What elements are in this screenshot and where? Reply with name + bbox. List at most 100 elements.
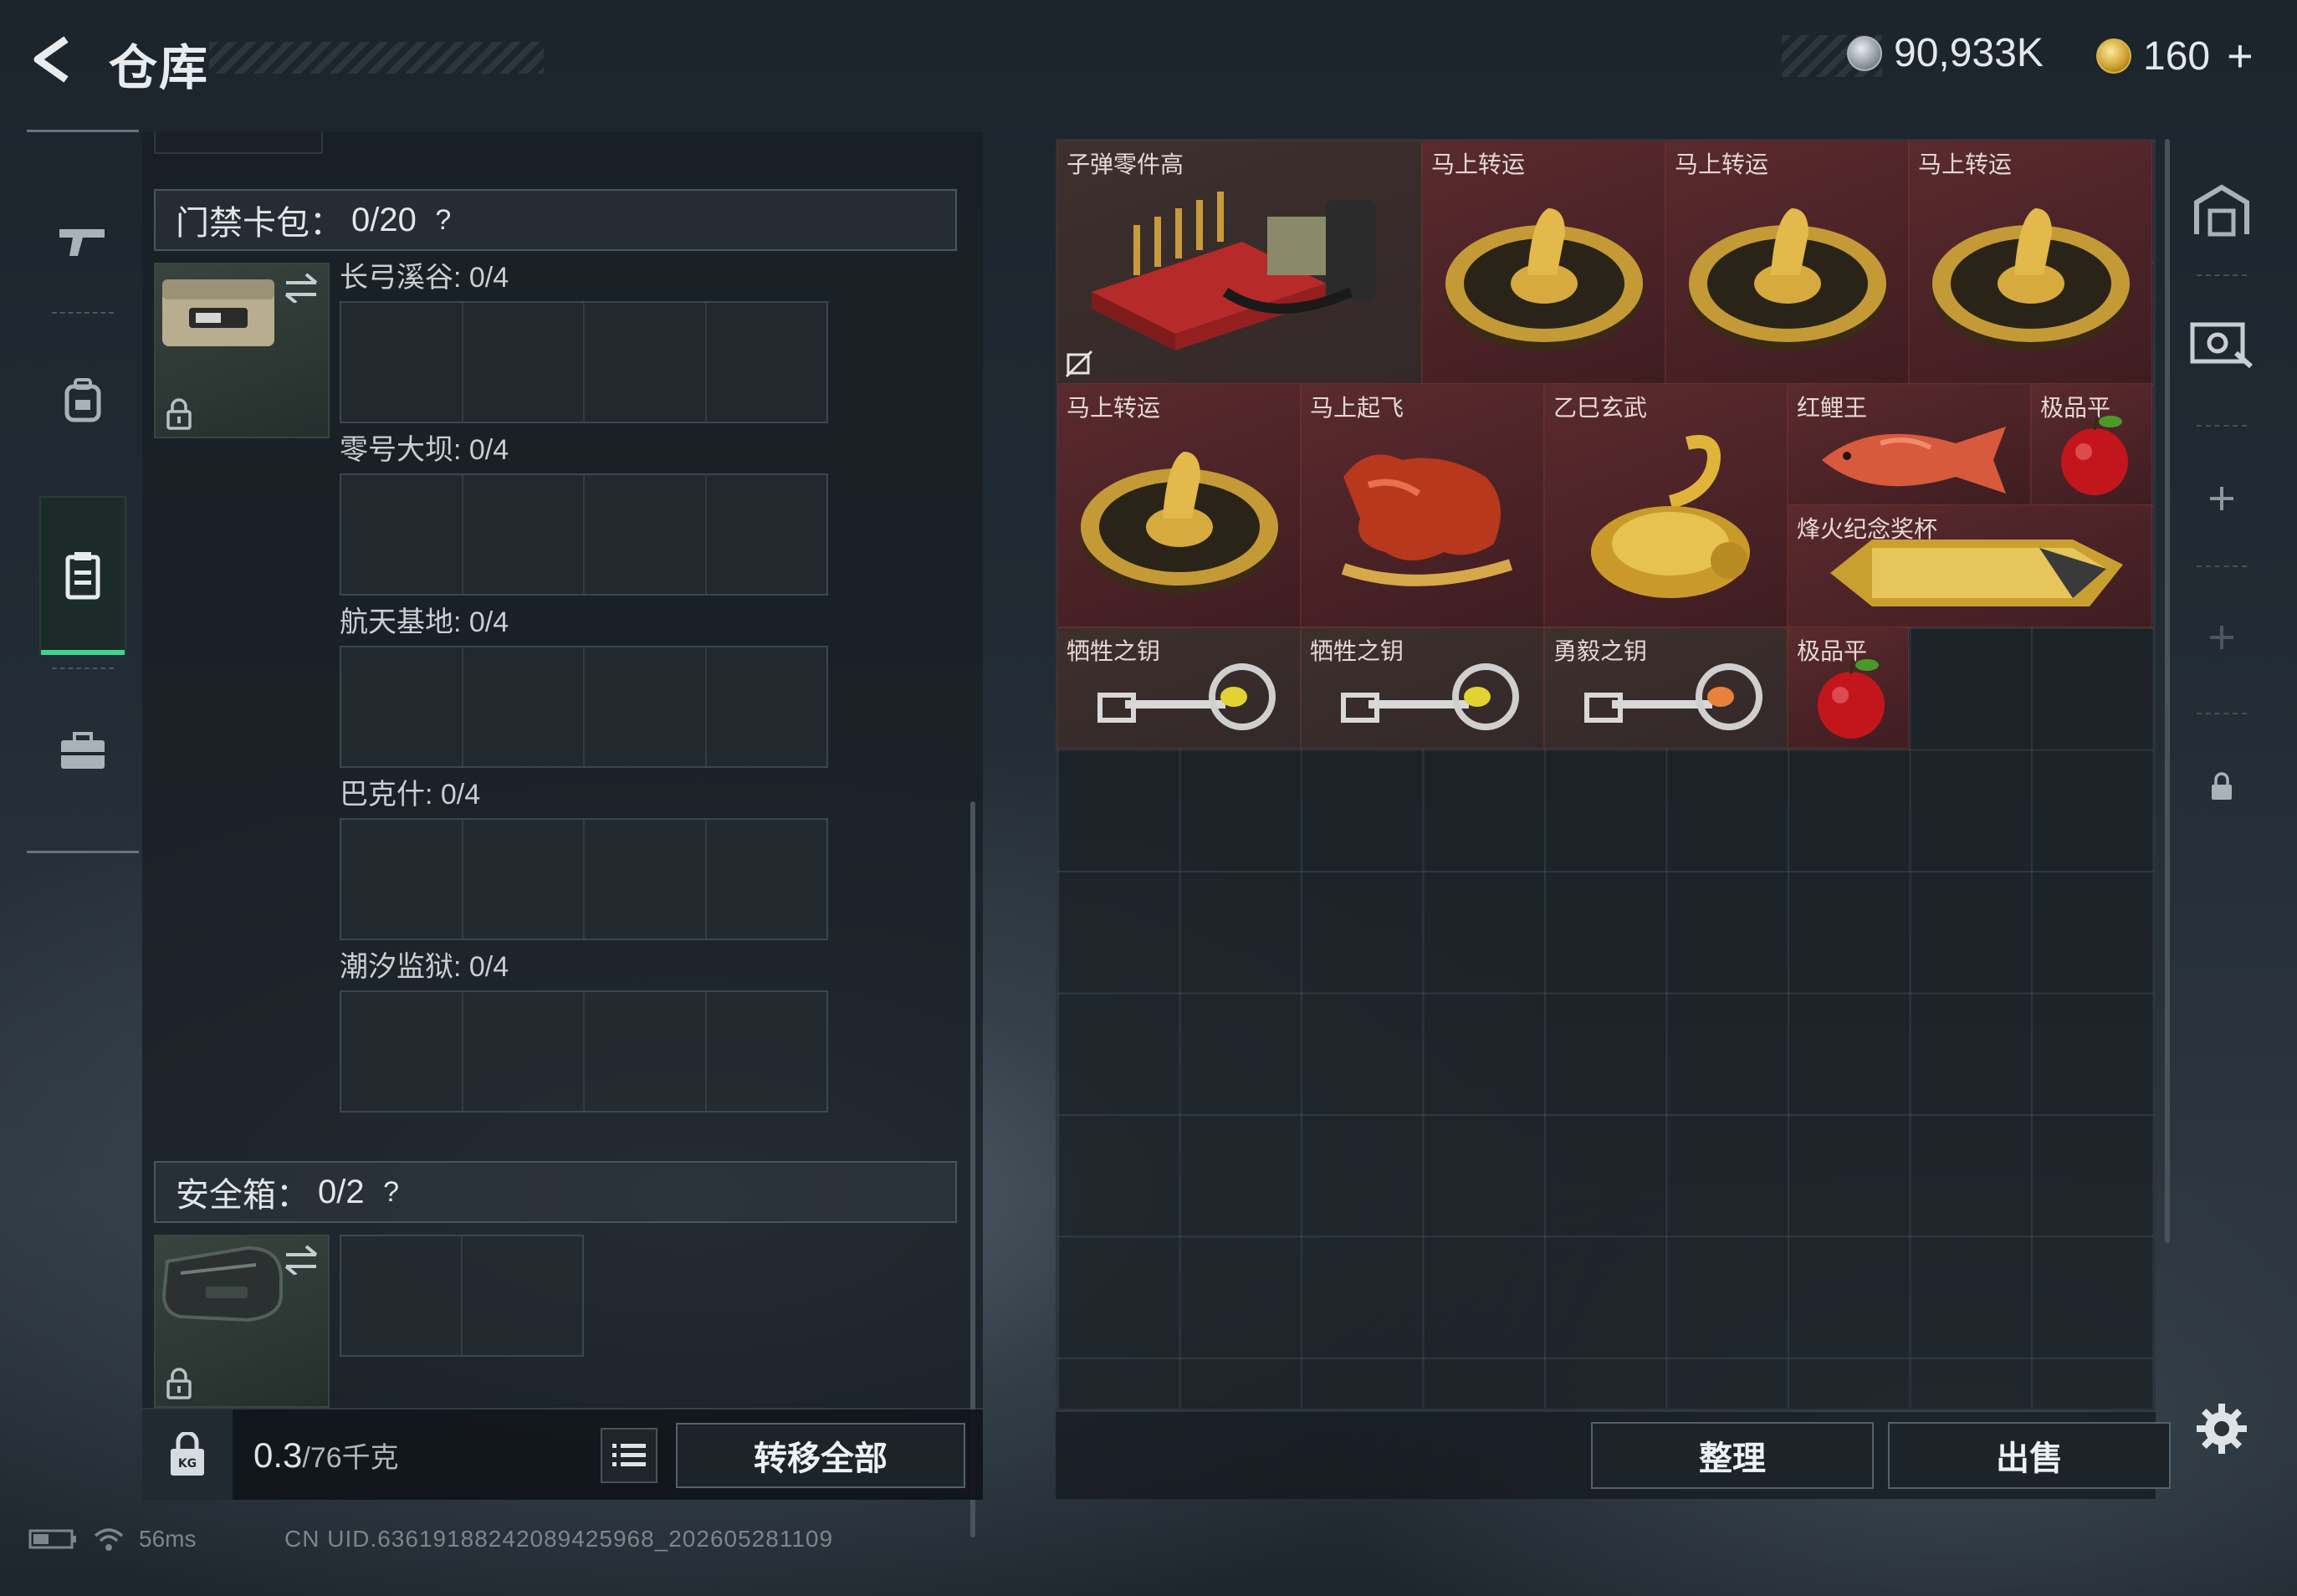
garage-button[interactable] — [2185, 174, 2259, 248]
key-yellow-gem-icon — [1097, 663, 1276, 730]
swap-icon[interactable] — [283, 1245, 320, 1275]
item-snake-tortoise[interactable]: 乙巳玄武 — [1544, 384, 1788, 627]
transfer-all-button[interactable]: 转移全部 — [676, 1423, 965, 1488]
item-horse-coin-4[interactable]: 马上转运 — [1057, 384, 1301, 627]
safe-box-slots[interactable] — [340, 1235, 584, 1357]
item-apple-1[interactable]: 极品平 — [2031, 384, 2152, 505]
item-red-carp[interactable]: 红鲤王 — [1788, 384, 2031, 505]
swap-icon[interactable] — [283, 273, 320, 303]
bulk-sell-icon — [2190, 322, 2253, 369]
card-pack-count: 0/20 — [351, 201, 417, 238]
safe-box-icon — [161, 1246, 283, 1322]
card-pack-label: 门禁卡包： — [176, 205, 343, 242]
safe-box-item[interactable] — [154, 1235, 330, 1408]
tab-case[interactable] — [39, 676, 126, 826]
key-slot-row-bakesh[interactable] — [340, 818, 828, 940]
item-ammo-parts[interactable]: 子弹零件高 — [1057, 141, 1422, 384]
header-decoration — [209, 42, 544, 74]
ping-value: 56ms — [139, 1526, 197, 1552]
right-scrollbar[interactable] — [2165, 139, 2170, 1243]
item-courage-key[interactable]: 勇毅之钥 — [1544, 627, 1788, 749]
briefcase-icon — [61, 732, 105, 769]
add-currency-button[interactable]: + — [2227, 30, 2254, 82]
container-panel: 门禁卡包： 0/20 ? 长弓溪谷: 0/4 零号大坝: 0/4 航天基地: 0… — [142, 132, 983, 1537]
key-slot-row-prison[interactable] — [340, 990, 828, 1113]
item-horse-coin-3[interactable]: 马上转运 — [1909, 141, 2152, 384]
item-horse-coin-1[interactable]: 马上转运 — [1422, 141, 1665, 384]
card-wallet-icon — [162, 279, 274, 346]
back-arrow-icon — [33, 36, 69, 83]
bulk-sell-button[interactable] — [2185, 306, 2259, 380]
slot-label-dam: 零号大坝: 0/4 — [340, 434, 509, 466]
safe-box-count: 0/2 — [318, 1173, 365, 1210]
memorial-trophy-icon — [1830, 540, 2123, 606]
slot-label-changgong: 长弓溪谷: 0/4 — [340, 262, 509, 294]
slot-label-prison: 潮汐监狱: 0/4 — [340, 951, 509, 983]
horse-coin-icon — [1689, 208, 1886, 350]
tab-container[interactable] — [39, 496, 126, 655]
sell-button[interactable]: 出售 — [1888, 1422, 2171, 1489]
svg-text:KG: KG — [178, 1457, 197, 1471]
card-pack-item[interactable] — [154, 263, 330, 438]
horse-coin-icon — [1445, 208, 1643, 350]
garage-icon — [2194, 184, 2249, 237]
key-yellow-gem-icon — [1341, 663, 1519, 730]
red-apple-icon — [2061, 416, 2128, 495]
backpack-icon — [64, 378, 101, 422]
safe-box-label: 安全箱： — [176, 1177, 310, 1214]
page-title: 仓库 — [109, 41, 210, 95]
safe-box-header: 安全箱： 0/2 ? — [154, 1161, 957, 1223]
wifi-icon — [94, 1528, 124, 1551]
weight-readout: 0.3/76千克 — [253, 1435, 399, 1476]
item-sacrifice-key-1[interactable]: 牺牲之钥 — [1057, 627, 1301, 749]
red-horse-statue-icon — [1341, 454, 1513, 586]
key-slot-row-spacebase[interactable] — [340, 646, 828, 768]
card-pack-header: 门禁卡包： 0/20 ? — [154, 189, 957, 251]
back-button[interactable] — [23, 30, 82, 89]
item-apple-2[interactable]: 极品平 — [1788, 627, 1909, 749]
category-tabs — [27, 130, 139, 853]
item-red-horse[interactable]: 马上起飞 — [1301, 384, 1544, 627]
locked-slot-button[interactable] — [2185, 749, 2259, 823]
gold-coin-icon — [2096, 38, 2131, 74]
horse-coin-icon — [1081, 452, 1278, 594]
card-pack-help-button[interactable]: ? — [425, 202, 462, 238]
tab-backpack[interactable] — [39, 325, 126, 475]
add-icon — [2210, 626, 2233, 649]
red-apple-icon — [1818, 659, 1885, 739]
battery-icon — [28, 1529, 76, 1549]
slot-label-bakesh: 巴克什: 0/4 — [340, 779, 481, 811]
currency-silver[interactable]: 90,933K — [1847, 30, 2044, 76]
sort-button[interactable]: 整理 — [1591, 1422, 1874, 1489]
weight-lock-button[interactable]: KG — [142, 1409, 233, 1500]
item-name: 马上转运 — [1431, 151, 1526, 177]
tab-weapons[interactable] — [39, 161, 126, 320]
key-slot-row-dam[interactable] — [340, 473, 828, 596]
lock-icon — [2212, 772, 2232, 800]
item-name: 马上转运 — [1067, 395, 1161, 421]
golden-snake-tortoise-icon — [1591, 435, 1750, 598]
no-insure-icon — [1065, 350, 1093, 378]
weight-value: 0.3 — [253, 1435, 303, 1475]
item-horse-coin-2[interactable]: 马上转运 — [1665, 141, 1909, 384]
list-view-button[interactable] — [601, 1428, 657, 1483]
lock-icon — [166, 398, 192, 430]
slot-label-spacebase: 航天基地: 0/4 — [340, 606, 509, 638]
gun-icon — [59, 229, 105, 256]
currency-gold[interactable]: 160 + — [2096, 30, 2254, 82]
add-slot-button-1[interactable] — [2185, 462, 2259, 535]
key-slot-row-changgong[interactable] — [340, 301, 828, 423]
panel-top-stub — [154, 132, 323, 154]
uid-text: CN UID.6361918824208942596​8_20260528110… — [284, 1526, 834, 1552]
silver-coin-icon — [1847, 35, 1882, 71]
left-footer: KG 0.3/76千克 转移全部 — [142, 1409, 983, 1500]
ammo-parts-crate-icon — [1092, 192, 1376, 350]
settings-gear-icon[interactable] — [2195, 1402, 2248, 1455]
item-memorial-trophy[interactable]: 烽火纪念奖杯 — [1788, 505, 2152, 627]
add-slot-button-2[interactable] — [2185, 601, 2259, 674]
warehouse-grid: 子弹零件高 马上转运 马上转运 马上转运 马上转运 马上起飞 乙巳玄武 红鲤王 … — [1056, 139, 2156, 1410]
currency-silver-value: 90,933K — [1894, 31, 2044, 75]
item-sacrifice-key-2[interactable]: 牺牲之钥 — [1301, 627, 1544, 749]
currency-gold-value: 160 — [2143, 33, 2211, 79]
safe-box-help-button[interactable]: ? — [373, 1174, 410, 1210]
